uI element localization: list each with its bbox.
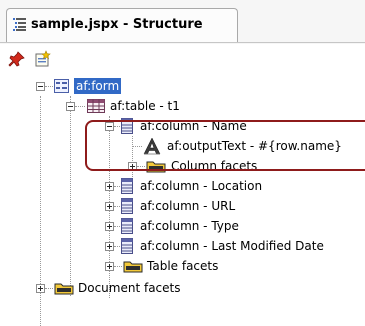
column-icon [121, 198, 133, 214]
expand-toggle[interactable] [105, 262, 114, 271]
column-icon [121, 238, 133, 254]
tree-node-document-facets[interactable]: Document facets [0, 278, 365, 298]
tree-node-table-facets[interactable]: Table facets [0, 256, 365, 276]
table-icon [87, 99, 105, 113]
expand-toggle[interactable] [105, 202, 114, 211]
collapse-toggle[interactable] [66, 102, 75, 111]
tree-node-column-url[interactable]: af:column - URL [0, 196, 365, 216]
tree-node-label: af:column - URL [140, 199, 236, 213]
toolbar [0, 44, 365, 72]
form-icon [54, 79, 69, 93]
tree-node-label: Table facets [147, 259, 219, 273]
expand-toggle[interactable] [105, 242, 114, 251]
structure-tree: af:form af:table - t1 af:column - Name a [0, 72, 365, 326]
panel-title: sample.jspx - Structure [31, 17, 203, 32]
column-icon [121, 218, 133, 234]
expand-toggle[interactable] [105, 222, 114, 231]
callout-highlight [85, 120, 365, 171]
tab-divider [0, 42, 365, 43]
tree-node-af-form[interactable]: af:form [0, 76, 365, 96]
tree-node-column-last-modified[interactable]: af:column - Last Modified Date [0, 236, 365, 256]
tree-node-label: Document facets [78, 281, 181, 295]
expand-toggle[interactable] [105, 182, 114, 191]
tree-node-label: af:form [74, 78, 122, 94]
tree-node-label: af:table - t1 [110, 99, 180, 113]
expand-toggle[interactable] [36, 284, 45, 293]
structure-tab[interactable]: sample.jspx - Structure [6, 8, 238, 43]
folder-icon [123, 261, 143, 273]
tree-node-label: af:column - Location [140, 179, 263, 193]
tree-node-af-table[interactable]: af:table - t1 [0, 96, 365, 116]
column-icon [121, 178, 133, 194]
structure-list-icon [13, 18, 26, 31]
tree-node-label: af:column - Type [140, 219, 239, 233]
folder-icon [54, 283, 74, 295]
tree-node-label: af:column - Last Modified Date [140, 239, 324, 253]
pin-icon[interactable] [8, 50, 26, 68]
tree-node-column-location[interactable]: af:column - Location [0, 176, 365, 196]
collapse-toggle[interactable] [36, 82, 45, 91]
tree-node-column-type[interactable]: af:column - Type [0, 216, 365, 236]
new-node-icon[interactable] [34, 50, 52, 68]
panel-tab-bar: sample.jspx - Structure [0, 0, 365, 44]
